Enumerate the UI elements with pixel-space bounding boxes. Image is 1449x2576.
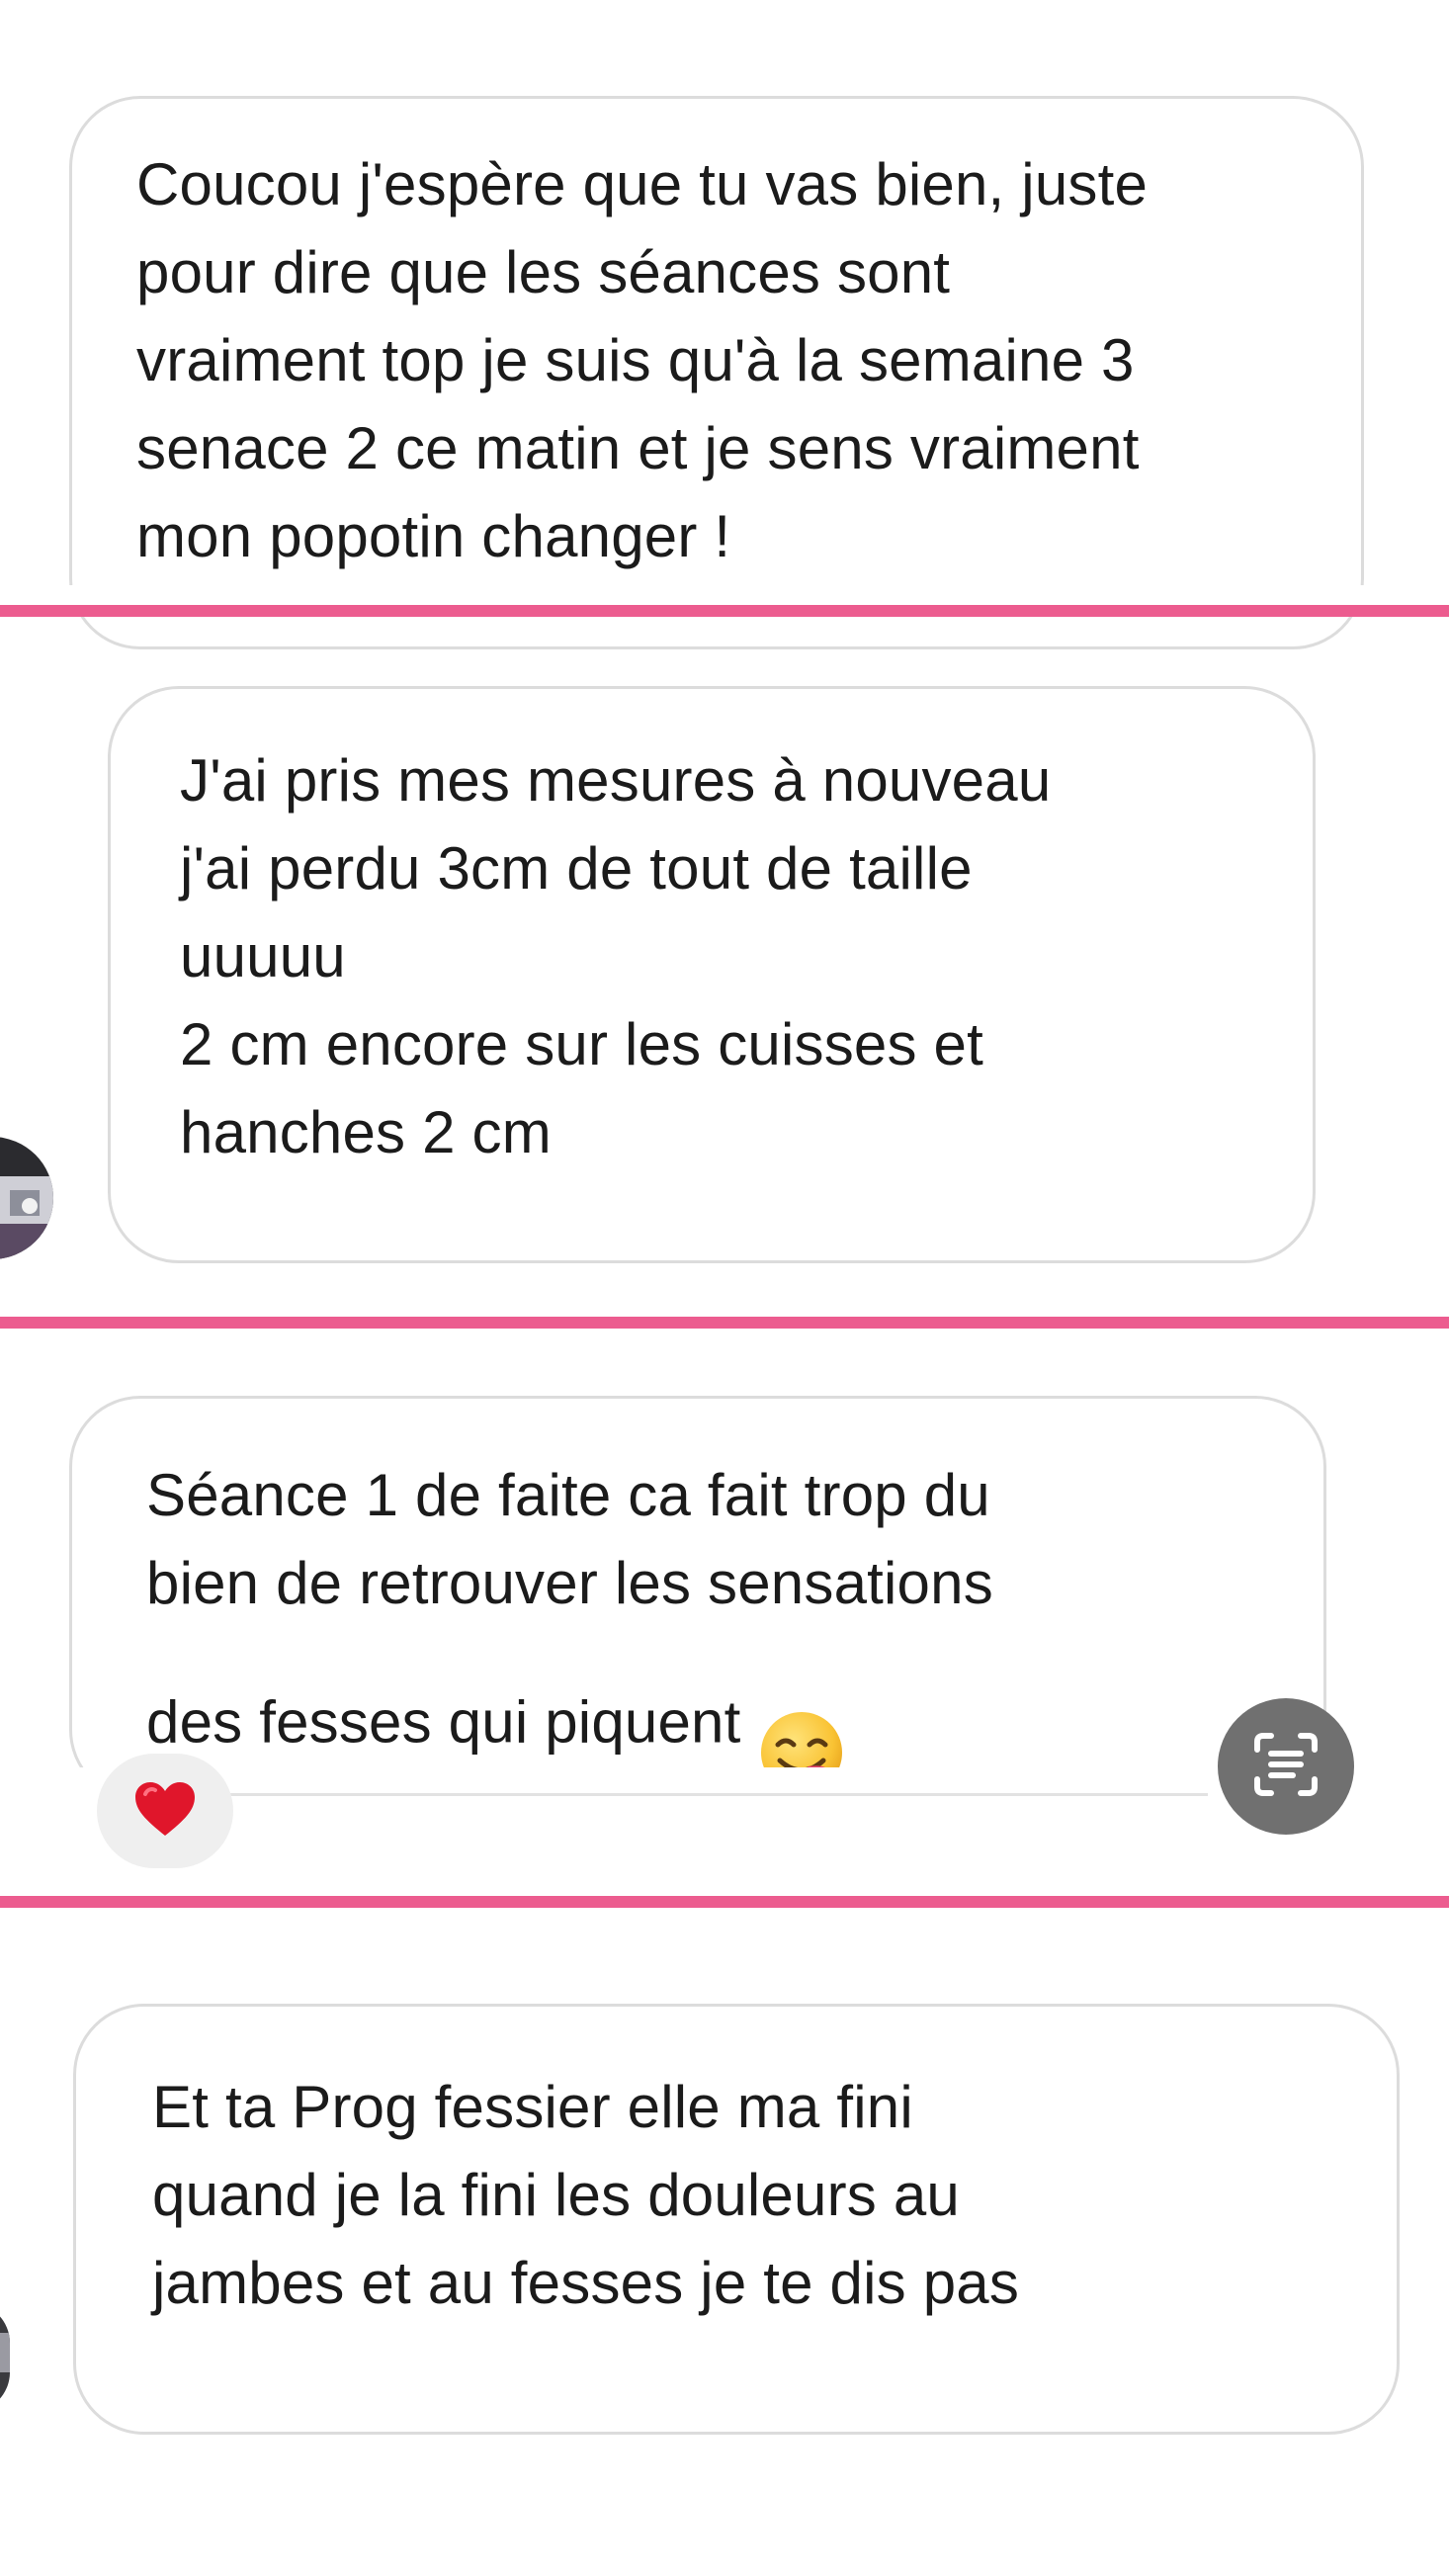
bubble-bottom-edge-3 [208, 1793, 1208, 1796]
sender-avatar-partial[interactable] [0, 2303, 10, 2412]
text-scan-icon [1249, 1728, 1322, 1806]
message-text-3-content: Séance 1 de faite ca fait trop du bien d… [146, 1462, 993, 1756]
screenshot-crop-edge-1 [0, 585, 1449, 605]
screenshot-crop-edge-3 [59, 1767, 1344, 1804]
sender-avatar[interactable] [0, 1137, 53, 1259]
screenshot-divider-3 [0, 1896, 1449, 1908]
text-scan-button[interactable] [1218, 1698, 1354, 1835]
red-heart-icon [133, 1780, 197, 1843]
message-text-1: Coucou j'espère que tu vas bien, juste p… [136, 151, 1149, 569]
reaction-badge[interactable] [97, 1754, 233, 1868]
screenshot-divider-2 [0, 1317, 1449, 1329]
message-text-2: J'ai pris mes mesures à nouveau j'ai per… [180, 747, 1052, 1165]
screenshot-divider-1 [0, 605, 1449, 617]
message-text-4: Et ta Prog fessier elle ma fini quand je… [152, 2074, 1020, 2316]
